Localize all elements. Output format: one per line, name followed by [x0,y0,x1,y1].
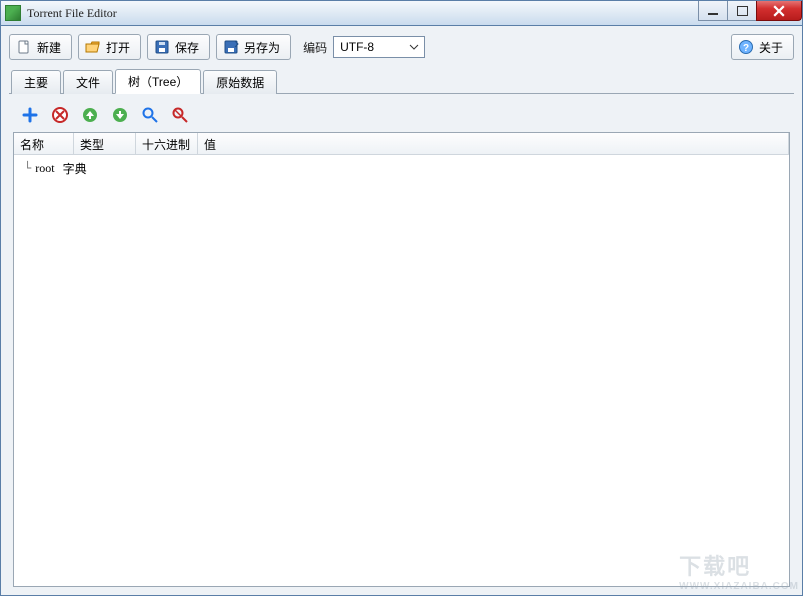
new-label: 新建 [37,39,61,56]
tab-tree[interactable]: 树（Tree） [115,69,201,94]
minimize-button[interactable] [698,1,728,21]
about-button[interactable]: ? 关于 [731,34,794,60]
window-controls [699,1,802,21]
save-button[interactable]: 保存 [147,34,210,60]
encoding-combo[interactable]: UTF-8 [333,36,425,58]
tree-grid-body[interactable]: └ root 字典 [14,155,789,586]
tree-row[interactable]: └ root 字典 [18,159,785,177]
tab-tree-label: 树（Tree） [128,75,188,89]
tab-raw-label: 原始数据 [216,76,264,90]
tab-main-label: 主要 [24,76,48,90]
tab-files[interactable]: 文件 [63,70,113,94]
move-down-icon[interactable] [111,106,129,124]
tree-grid-header: 名称 类型 十六进制 值 [14,133,789,155]
app-icon [5,5,21,21]
save-as-icon [223,39,239,55]
tab-main[interactable]: 主要 [11,70,61,94]
close-button[interactable] [756,1,802,21]
add-icon[interactable] [21,106,39,124]
chevron-down-icon [407,40,421,54]
about-label: 关于 [759,39,783,56]
folder-open-icon [85,39,101,55]
client-area: 新建 打开 保存 另存为 编码 UTF-8 [0,26,803,596]
tree-node-type: 字典 [63,160,87,177]
encoding-label: 编码 [303,39,327,56]
tree-toolbar [13,102,790,132]
maximize-button[interactable] [727,1,757,21]
svg-text:?: ? [743,43,749,54]
find-icon[interactable] [141,106,159,124]
col-value-header[interactable]: 值 [198,133,789,154]
save-label: 保存 [175,39,199,56]
move-up-icon[interactable] [81,106,99,124]
main-toolbar: 新建 打开 保存 另存为 编码 UTF-8 [9,34,794,60]
tree-tabpage: 名称 类型 十六进制 值 └ root 字典 [9,94,794,591]
delete-icon[interactable] [51,106,69,124]
save-as-label: 另存为 [244,39,280,56]
save-as-button[interactable]: 另存为 [216,34,291,60]
tree-grid: 名称 类型 十六进制 值 └ root 字典 [13,132,790,587]
col-type-header[interactable]: 类型 [74,133,136,154]
open-button[interactable]: 打开 [78,34,141,60]
window-title: Torrent File Editor [27,6,117,21]
col-name-header[interactable]: 名称 [14,133,74,154]
tree-branch-icon: └ [24,161,31,175]
tab-files-label: 文件 [76,76,100,90]
tab-raw[interactable]: 原始数据 [203,70,277,94]
help-icon: ? [738,39,754,55]
open-label: 打开 [106,39,130,56]
find-replace-icon[interactable] [171,106,189,124]
new-button[interactable]: 新建 [9,34,72,60]
encoding-value: UTF-8 [340,40,374,54]
tree-node-name: root [35,161,54,176]
new-file-icon [16,39,32,55]
tab-strip: 主要 文件 树（Tree） 原始数据 [9,68,794,94]
col-hex-header[interactable]: 十六进制 [136,133,198,154]
titlebar: Torrent File Editor [0,0,803,26]
save-icon [154,39,170,55]
